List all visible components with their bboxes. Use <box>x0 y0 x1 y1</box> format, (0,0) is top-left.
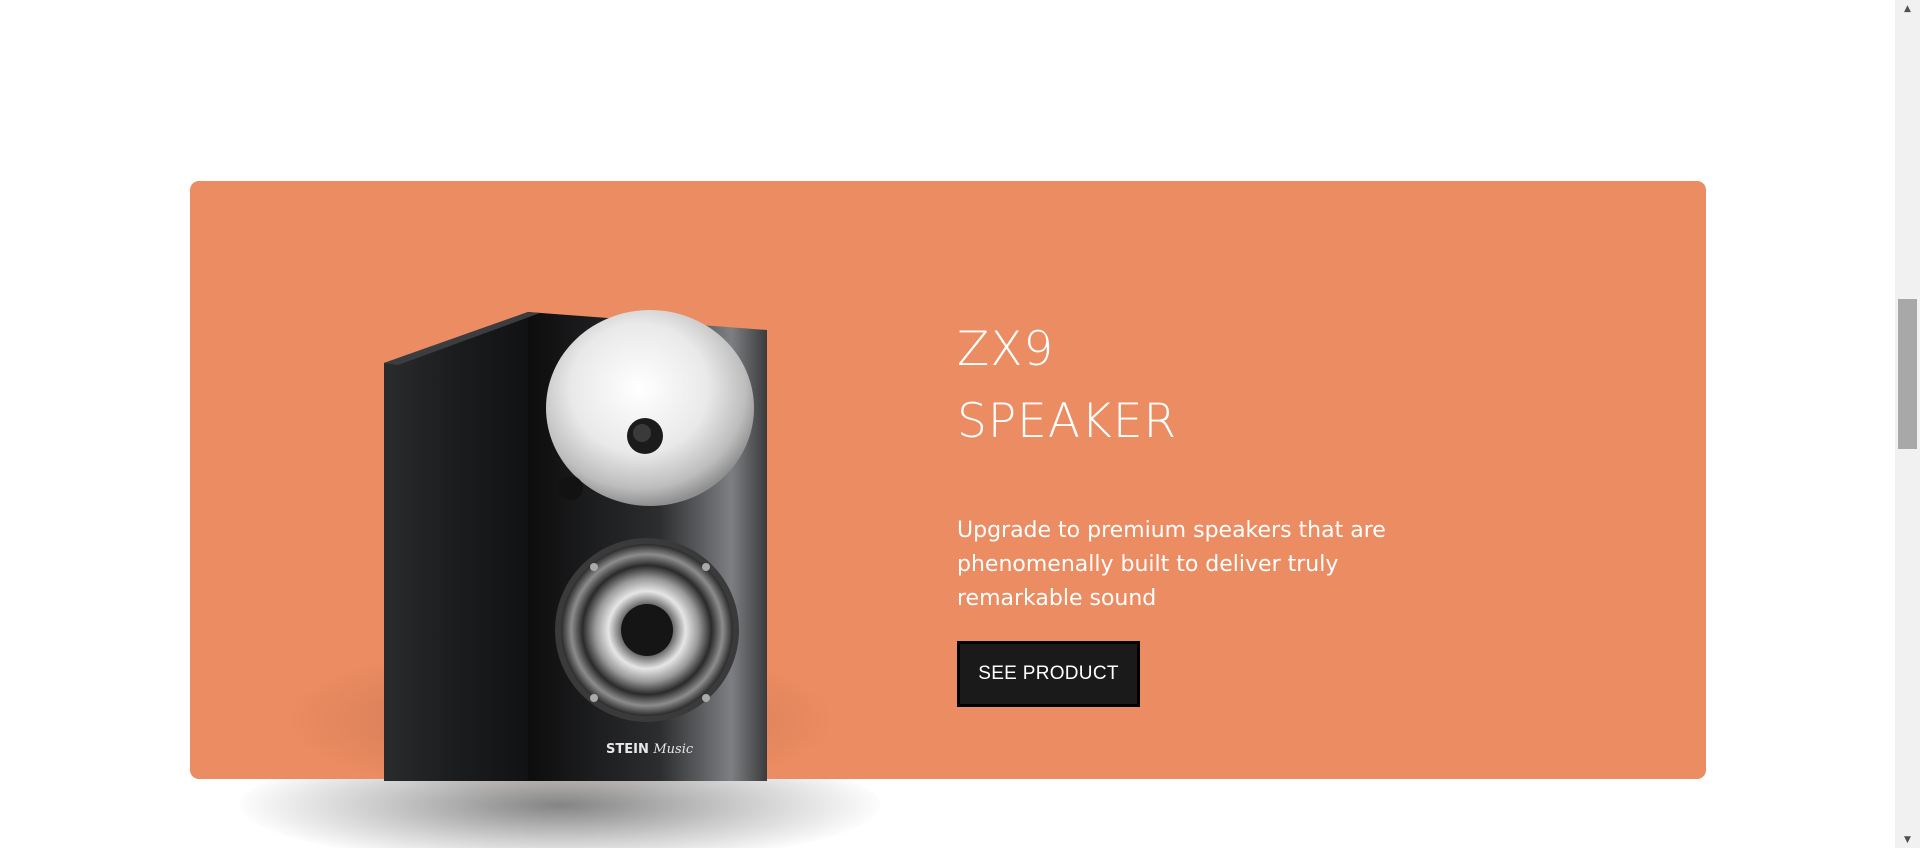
product-description: Upgrade to premium speakers that are phe… <box>957 518 1386 611</box>
page-scrollbar[interactable]: ▲ ▼ <box>1895 0 1920 848</box>
promo-text-block: ZX9 SPEAKER Upgrade to premium speakers … <box>957 314 1437 616</box>
speaker-brand-mark: STEIN Music <box>606 742 694 757</box>
zx9-speaker-image: STEIN Music <box>384 310 767 781</box>
scroll-down-arrow-icon[interactable]: ▼ <box>1895 831 1920 848</box>
scroll-thumb[interactable] <box>1898 299 1917 449</box>
page: STEIN Music ZX9 SPEAKER Upgrade to premi… <box>0 0 1920 848</box>
product-title-model: ZX9 <box>957 322 1055 377</box>
see-product-button[interactable]: SEE PRODUCT <box>957 641 1140 707</box>
product-title-category: SPEAKER <box>957 394 1178 449</box>
scroll-up-arrow-icon[interactable]: ▲ <box>1895 0 1920 17</box>
product-title: ZX9 SPEAKER <box>957 314 1437 458</box>
